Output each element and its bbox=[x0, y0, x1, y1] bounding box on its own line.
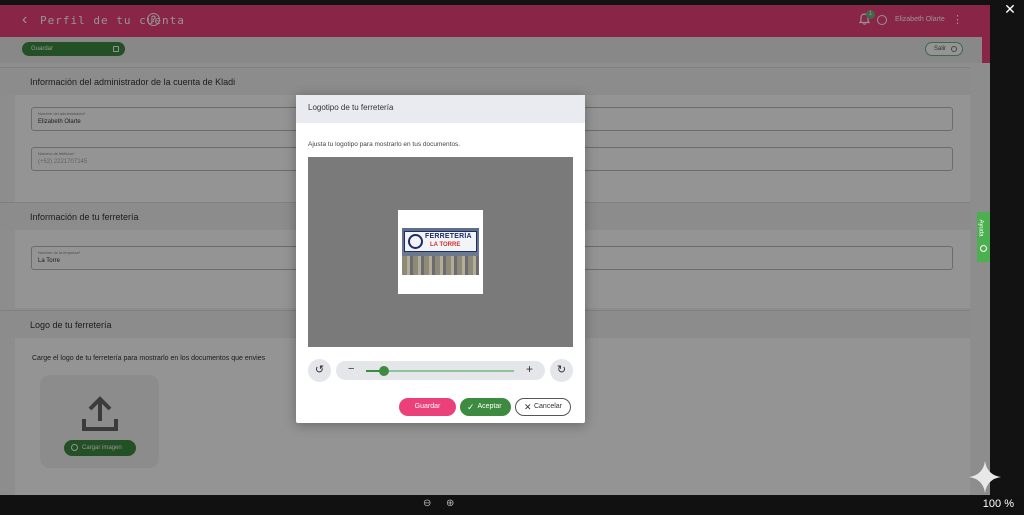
rotate-left-icon[interactable]: ↺ bbox=[308, 359, 331, 382]
app-window: ‹ Perfil de tu cuenta ? 1 Elizabeth Olar… bbox=[0, 5, 990, 495]
zoom-level: 100 % bbox=[982, 498, 1014, 510]
modal-description: Ajusta tu logotipo para mostrarlo en tus… bbox=[308, 141, 461, 148]
crop-area[interactable]: FERRETERÍA LA TORRE bbox=[308, 157, 573, 347]
help-tab[interactable]: Ayuda bbox=[977, 212, 990, 262]
modal-save-button[interactable]: Guardar bbox=[399, 398, 456, 416]
sparkle-icon[interactable] bbox=[968, 460, 1002, 494]
help-tab-icon bbox=[980, 245, 987, 252]
zoom-slider-thumb[interactable] bbox=[378, 366, 389, 376]
logo-preview-image: FERRETERÍA LA TORRE bbox=[402, 228, 479, 275]
logo-shelves bbox=[402, 256, 479, 275]
close-icon: ✕ bbox=[524, 402, 532, 412]
crop-frame[interactable]: FERRETERÍA LA TORRE bbox=[398, 210, 483, 294]
viewer-close-button[interactable]: ✕ bbox=[1000, 0, 1020, 18]
viewer-toolbar: ⊖ ⊕ bbox=[0, 495, 1024, 515]
zoom-in-icon[interactable]: + bbox=[526, 362, 533, 376]
accept-button-label: Aceptar bbox=[477, 403, 502, 410]
logo-line-2: LA TORRE bbox=[430, 242, 461, 248]
check-icon: ✓ bbox=[467, 402, 475, 412]
zoom-out-icon[interactable]: − bbox=[348, 363, 354, 375]
logo-line-1: FERRETERÍA bbox=[425, 233, 472, 240]
image-viewer: ✕ ‹ Perfil de tu cuenta ? 1 Elizabeth Ol… bbox=[0, 0, 1024, 515]
cancel-button[interactable]: ✕ Cancelar bbox=[515, 398, 571, 416]
crop-controls: ↺ − + ↻ bbox=[308, 359, 573, 383]
zoom-slider[interactable]: − + bbox=[336, 361, 545, 380]
accept-button[interactable]: ✓ Aceptar bbox=[460, 398, 511, 416]
modal-title: Logotipo de tu ferretería bbox=[296, 95, 585, 123]
logo-modal: Logotipo de tu ferretería Ajusta tu logo… bbox=[296, 95, 585, 423]
logo-sign: FERRETERÍA LA TORRE bbox=[404, 231, 477, 252]
zoom-in-viewer-icon[interactable]: ⊕ bbox=[446, 498, 454, 509]
logo-emblem-icon bbox=[408, 234, 423, 249]
zoom-out-viewer-icon[interactable]: ⊖ bbox=[423, 498, 431, 509]
rotate-right-icon[interactable]: ↻ bbox=[550, 359, 573, 382]
help-tab-label: Ayuda bbox=[977, 219, 984, 237]
cancel-button-label: Cancelar bbox=[533, 403, 562, 410]
